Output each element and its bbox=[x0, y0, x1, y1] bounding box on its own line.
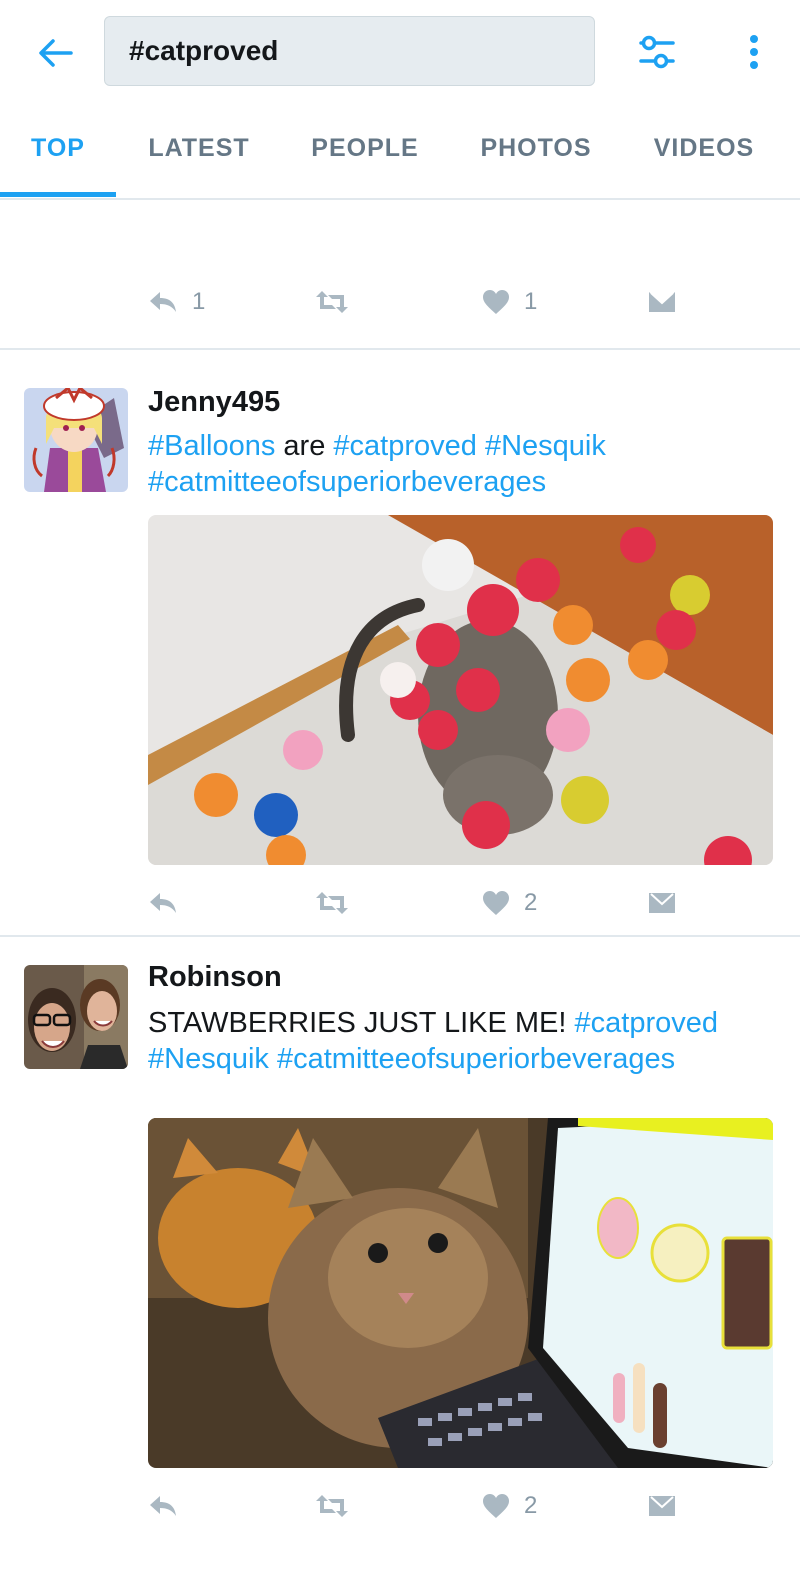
search-tabs: TOP LATEST PEOPLE PHOTOS VIDEOS bbox=[0, 118, 800, 198]
tweet-text-segment: are bbox=[275, 430, 334, 462]
tweet-text-segment bbox=[477, 430, 485, 462]
direct-message-button[interactable] bbox=[648, 883, 676, 923]
reply-button[interactable]: 1 bbox=[148, 282, 205, 322]
tweet-media-gif[interactable] bbox=[148, 1118, 773, 1468]
search-header: TOP LATEST PEOPLE PHOTOS VIDEOS bbox=[0, 0, 800, 200]
retweet-icon bbox=[316, 892, 348, 914]
tab-latest[interactable]: LATEST bbox=[130, 118, 268, 198]
direct-message-icon bbox=[649, 893, 675, 913]
retweet-icon bbox=[316, 1495, 348, 1517]
tweet-actions: 2 bbox=[148, 883, 688, 923]
search-field[interactable] bbox=[104, 16, 595, 86]
reply-count: 1 bbox=[192, 288, 206, 315]
direct-message-button[interactable] bbox=[648, 282, 676, 322]
like-count: 2 bbox=[524, 889, 538, 916]
reply-icon bbox=[150, 1496, 176, 1516]
like-button[interactable]: 1 bbox=[482, 282, 537, 322]
hashtag-link[interactable]: #catmitteeofsuperiorbeverages bbox=[148, 466, 546, 498]
filter-sliders-icon bbox=[639, 35, 675, 69]
heart-icon bbox=[483, 1494, 509, 1518]
hashtag-link[interactable]: #Nesquik bbox=[485, 430, 606, 462]
hashtag-link[interactable]: #catmitteeofsuperiorbeverages bbox=[277, 1043, 675, 1075]
more-options-button[interactable] bbox=[736, 30, 772, 74]
tweet-text: STAWBERRIES JUST LIKE ME! #catproved #Ne… bbox=[148, 1005, 778, 1077]
tweet-card[interactable]: 1 1 bbox=[0, 200, 800, 350]
tab-people[interactable]: PEOPLE bbox=[300, 118, 430, 198]
tweet-text-segment: STAWBERRIES JUST LIKE ME! bbox=[148, 1007, 575, 1039]
retweet-button[interactable] bbox=[314, 1486, 350, 1526]
tweet-actions: 1 1 bbox=[148, 282, 688, 322]
reply-icon bbox=[150, 292, 176, 312]
hashtag-link[interactable]: #catproved bbox=[333, 430, 477, 462]
avatar[interactable] bbox=[24, 965, 128, 1069]
tweet-username[interactable]: Robinson bbox=[148, 961, 282, 994]
back-button[interactable] bbox=[30, 28, 80, 78]
tweet-card[interactable]: Jenny495 #Balloons are #catproved #Nesqu… bbox=[0, 350, 800, 937]
retweet-icon bbox=[316, 291, 348, 313]
retweet-button[interactable] bbox=[314, 883, 350, 923]
like-button[interactable]: 2 bbox=[482, 883, 537, 923]
avatar[interactable] bbox=[24, 388, 128, 492]
tweet-text: #Balloons are #catproved #Nesquik #catmi… bbox=[148, 428, 778, 500]
tweet-card[interactable]: Robinson STAWBERRIES JUST LIKE ME! #catp… bbox=[0, 937, 800, 1575]
more-vertical-icon bbox=[750, 35, 758, 69]
search-filter-button[interactable] bbox=[632, 30, 682, 74]
tab-top[interactable]: TOP bbox=[0, 118, 116, 198]
hashtag-link[interactable]: #Nesquik bbox=[148, 1043, 269, 1075]
reply-icon bbox=[150, 893, 176, 913]
direct-message-button[interactable] bbox=[648, 1486, 676, 1526]
direct-message-icon bbox=[649, 292, 675, 312]
tweet-actions: 2 bbox=[148, 1486, 688, 1526]
direct-message-icon bbox=[649, 1496, 675, 1516]
like-count: 2 bbox=[524, 1492, 538, 1519]
retweet-button[interactable] bbox=[314, 282, 350, 322]
like-button[interactable]: 2 bbox=[482, 1486, 537, 1526]
heart-icon bbox=[483, 290, 509, 314]
like-count: 1 bbox=[524, 288, 538, 315]
tab-videos[interactable]: VIDEOS bbox=[640, 118, 768, 198]
hashtag-link[interactable]: #Balloons bbox=[148, 430, 275, 462]
tweet-media-gif[interactable] bbox=[148, 515, 773, 865]
reply-button[interactable] bbox=[148, 1486, 178, 1526]
heart-icon bbox=[483, 891, 509, 915]
tweet-text-segment bbox=[269, 1043, 277, 1075]
back-arrow-icon bbox=[39, 39, 73, 67]
search-input[interactable] bbox=[129, 35, 594, 67]
hashtag-link[interactable]: #catproved bbox=[575, 1007, 719, 1039]
tab-photos[interactable]: PHOTOS bbox=[466, 118, 606, 198]
active-tab-indicator bbox=[0, 192, 116, 197]
reply-button[interactable] bbox=[148, 883, 178, 923]
tweet-username[interactable]: Jenny495 bbox=[148, 386, 280, 419]
